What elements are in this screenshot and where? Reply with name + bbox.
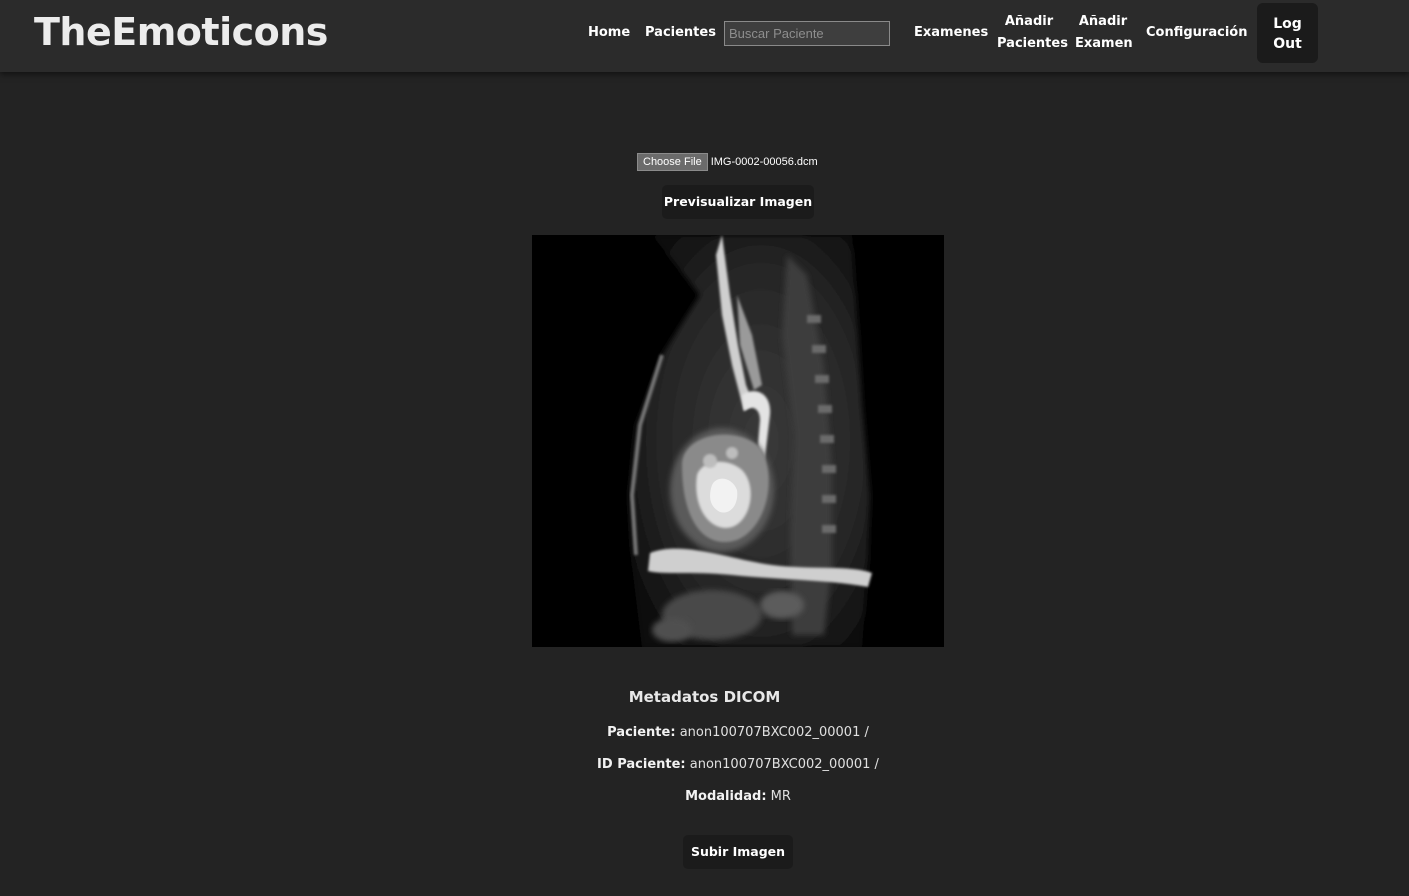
nav-add-patients-line1: Añadir xyxy=(1004,14,1054,29)
metadata-modality-value: MR xyxy=(770,789,791,804)
choose-file-button[interactable]: Choose File xyxy=(637,153,708,171)
metadata-patient-row: Paciente: anon100707BXC002_00001 / xyxy=(0,725,1409,740)
nav-add-patients-link[interactable]: Añadir Pacientes xyxy=(997,11,1068,55)
metadata-patient-label: Paciente: xyxy=(607,725,676,740)
selected-file-name: IMG-0002-00056.dcm xyxy=(710,156,818,168)
preview-image-button[interactable]: Previsualizar Imagen xyxy=(662,185,814,219)
brand-logo[interactable]: TheEmoticons xyxy=(34,10,328,54)
nav-add-exam-link[interactable]: Añadir Examen xyxy=(1075,11,1133,55)
metadata-modality-label: Modalidad: xyxy=(685,789,767,804)
top-navbar: TheEmoticons Home Pacientes Examenes Aña… xyxy=(0,0,1409,72)
metadata-patient-id-label: ID Paciente: xyxy=(597,757,686,772)
dicom-preview-image xyxy=(532,235,944,647)
file-picker: Choose File IMG-0002-00056.dcm xyxy=(637,153,818,171)
mri-scan-image xyxy=(532,235,944,647)
metadata-patient-id-row: ID Paciente: anon100707BXC002_00001 / xyxy=(0,757,1409,772)
nav-exams-link[interactable]: Examenes xyxy=(914,22,988,44)
nav-add-exam-line2: Examen xyxy=(1075,36,1133,51)
metadata-patient-value: anon100707BXC002_00001 / xyxy=(679,725,869,740)
nav-patients-link[interactable]: Pacientes xyxy=(645,22,716,44)
dicom-metadata-title: Metadatos DICOM xyxy=(628,688,781,706)
nav-home-link[interactable]: Home xyxy=(588,22,630,44)
logout-button[interactable]: Log Out xyxy=(1257,3,1318,63)
nav-settings-link[interactable]: Configuración xyxy=(1146,22,1247,44)
upload-image-button[interactable]: Subir Imagen xyxy=(683,835,793,869)
nav-add-patients-line2: Pacientes xyxy=(997,36,1068,51)
metadata-patient-id-value: anon100707BXC002_00001 / xyxy=(689,757,879,772)
nav-add-exam-line1: Añadir xyxy=(1078,14,1128,29)
logout-line2: Out xyxy=(1273,36,1302,52)
logout-line1: Log xyxy=(1273,16,1302,32)
metadata-modality-row: Modalidad: MR xyxy=(0,789,1409,804)
patient-search-input[interactable] xyxy=(724,21,890,46)
